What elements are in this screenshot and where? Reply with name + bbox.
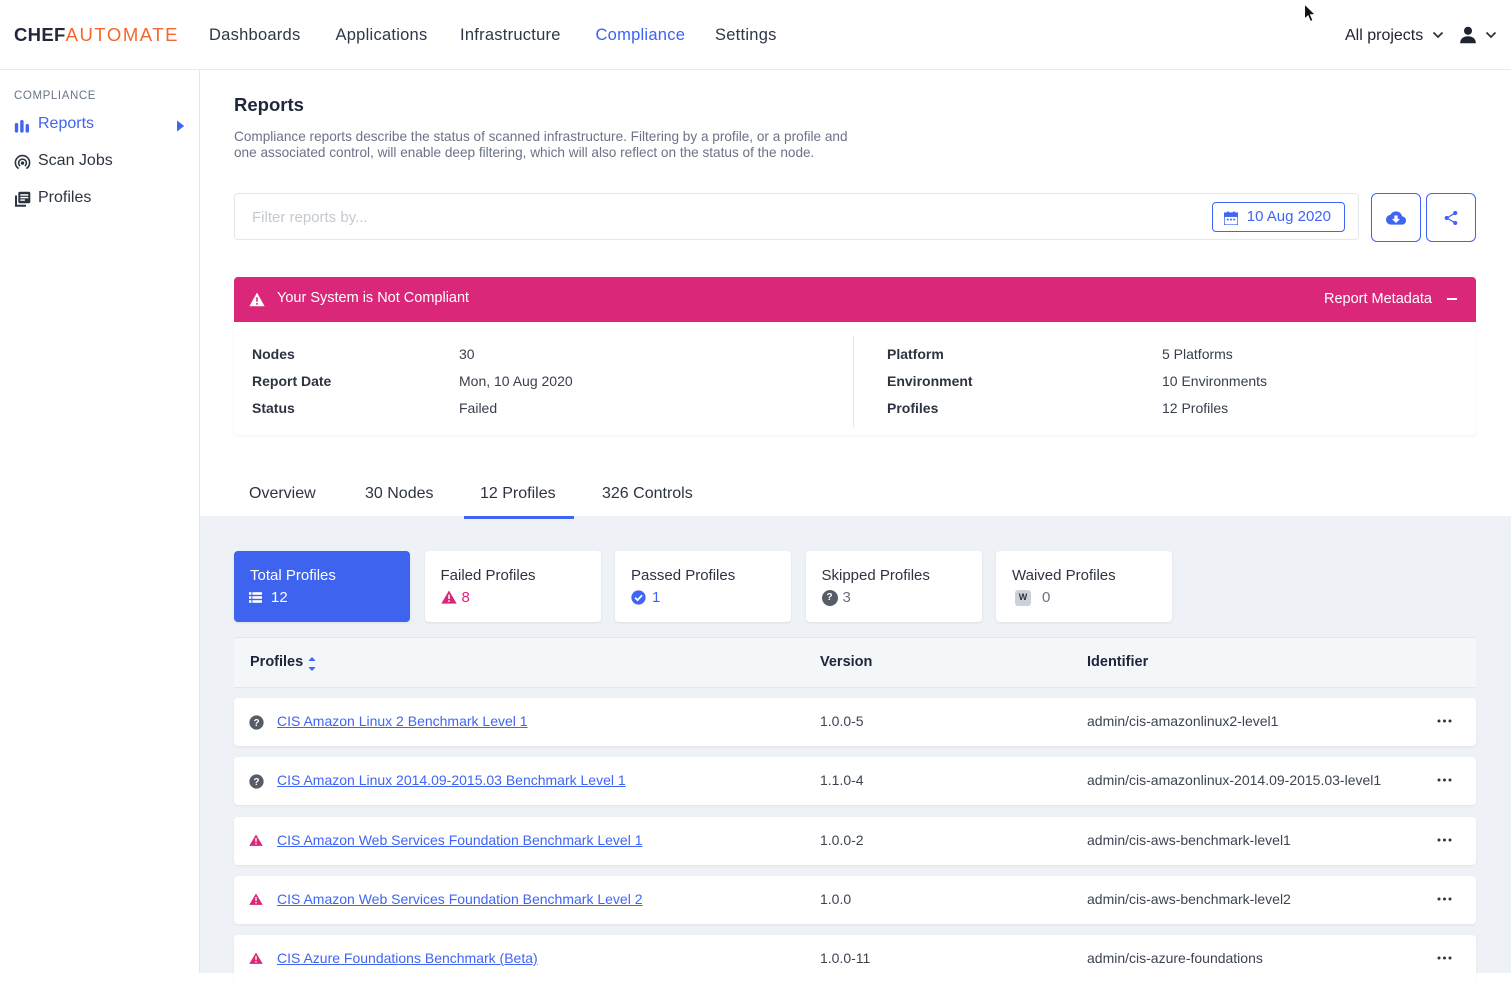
svg-text:?: ? <box>253 718 259 729</box>
svg-text:?: ? <box>253 777 259 788</box>
